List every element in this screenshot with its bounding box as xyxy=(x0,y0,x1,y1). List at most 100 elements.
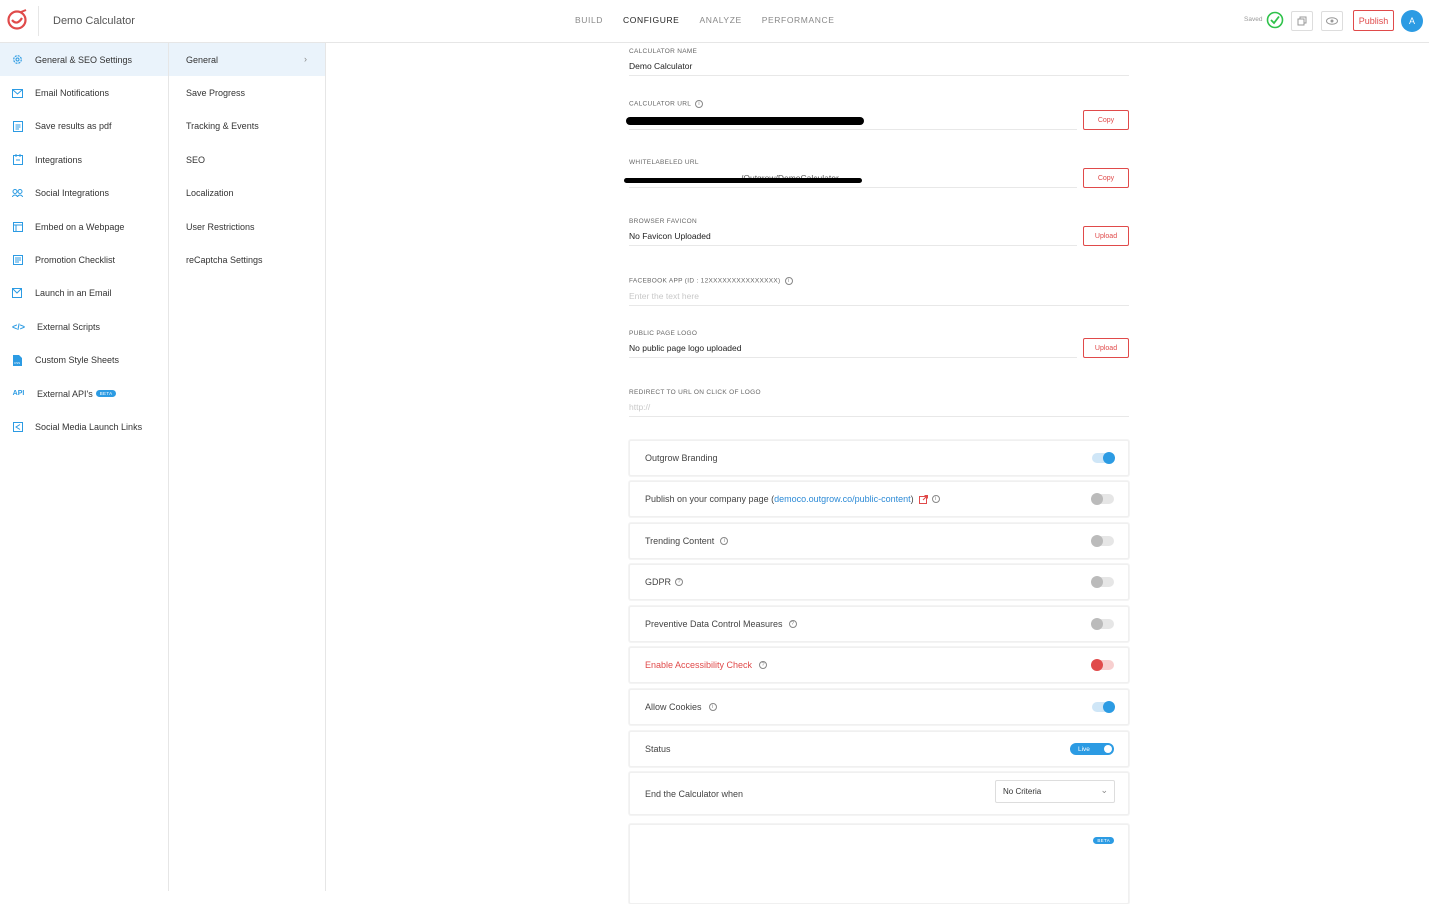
tab-performance[interactable]: PERFORMANCE xyxy=(762,15,835,25)
end-criteria-select[interactable]: No Criteria ⌄ xyxy=(995,780,1115,803)
subnav-item-tracking[interactable]: Tracking & Events xyxy=(169,110,325,143)
info-icon[interactable]: i xyxy=(695,100,704,108)
sidebar-item-integrations[interactable]: Integrations xyxy=(0,143,168,176)
accessibility-check-row: Enable Accessibility Check ? xyxy=(629,647,1129,683)
row-label: Status xyxy=(645,744,671,754)
row-label: End the Calculator when xyxy=(645,788,744,799)
preview-button[interactable] xyxy=(1321,11,1343,31)
copy-icon xyxy=(1297,16,1307,26)
whitelabeled-url-field: WHITELABELED URL /Outgrow/DemoCalculator… xyxy=(629,159,1129,188)
status-value: Live xyxy=(1078,745,1090,753)
share-icon xyxy=(12,421,23,432)
allow-cookies-row: Allow Cookies i xyxy=(629,689,1129,725)
trending-content-row: Trending Content i xyxy=(629,523,1129,559)
sidebar-item-label: Promotion Checklist xyxy=(35,255,116,266)
subnav-item-label: Tracking & Events xyxy=(186,121,259,132)
redaction-bar xyxy=(624,178,862,183)
settings-sidebar: General & SEO Settings Email Notificatio… xyxy=(0,43,169,891)
end-calculator-row: End the Calculator when No Criteria ⌄ xyxy=(629,772,1129,815)
publish-button[interactable]: Publish xyxy=(1353,10,1394,31)
tab-configure[interactable]: CONFIGURE xyxy=(623,15,679,25)
row-label-text: ) xyxy=(910,494,914,504)
avatar[interactable]: A xyxy=(1401,10,1423,32)
subnav-item-user-restrictions[interactable]: User Restrictions xyxy=(169,210,325,243)
outgrow-logo-icon[interactable] xyxy=(6,9,28,31)
select-value: No Criteria xyxy=(1003,787,1042,796)
row-label: Enable Accessibility Check xyxy=(645,660,753,670)
sidebar-item-custom-css[interactable]: CSS Custom Style Sheets xyxy=(0,344,168,377)
field-label: REDIRECT TO URL ON CLICK OF LOGO xyxy=(629,389,761,396)
help-icon[interactable]: ? xyxy=(675,578,684,586)
outgrow-branding-toggle[interactable] xyxy=(1092,451,1115,464)
subnav-item-seo[interactable]: SEO xyxy=(169,143,325,176)
row-label: Allow Cookies xyxy=(645,702,702,712)
redirect-url-field: REDIRECT TO URL ON CLICK OF LOGO http:// xyxy=(629,389,1129,417)
svg-text:CSS: CSS xyxy=(14,361,20,365)
field-label: FACEBOOK APP (ID : 12XXXXXXXXXXXXXXX) i xyxy=(629,277,1129,285)
tab-build[interactable]: BUILD xyxy=(575,15,603,25)
sidebar-item-label: Email Notifications xyxy=(35,88,110,99)
publish-company-row: Publish on your company page (democo.out… xyxy=(629,481,1129,517)
chevron-right-icon: › xyxy=(304,54,307,64)
facebook-app-input[interactable]: Enter the text here xyxy=(629,285,1129,306)
info-icon[interactable]: i xyxy=(720,537,729,545)
accessibility-toggle[interactable] xyxy=(1091,658,1114,671)
tab-analyze[interactable]: ANALYZE xyxy=(699,15,741,25)
sidebar-item-save-pdf[interactable]: Save results as pdf xyxy=(0,110,168,143)
facebook-app-field: FACEBOOK APP (ID : 12XXXXXXXXXXXXXXX) i E… xyxy=(629,277,1129,306)
info-icon[interactable]: i xyxy=(784,277,793,285)
check-circle-icon xyxy=(1266,11,1284,29)
duplicate-button[interactable] xyxy=(1291,11,1313,31)
row-label: GDPR xyxy=(645,577,672,587)
trending-content-toggle[interactable] xyxy=(1091,534,1114,547)
sidebar-item-social-integrations[interactable]: Social Integrations xyxy=(0,177,168,210)
preventive-data-toggle[interactable] xyxy=(1091,617,1114,630)
sidebar-item-label: Social Media Launch Links xyxy=(35,421,143,432)
sidebar-item-promotion-checklist[interactable]: Promotion Checklist xyxy=(0,243,168,276)
sidebar-item-external-apis[interactable]: API External API's BETA xyxy=(0,377,168,410)
calculator-name-input[interactable]: Demo Calculator xyxy=(629,55,1129,76)
app-title: Demo Calculator xyxy=(53,15,135,27)
sidebar-item-social-launch-links[interactable]: Social Media Launch Links xyxy=(0,410,168,443)
sidebar-item-label: External API's xyxy=(37,388,93,399)
gdpr-toggle[interactable] xyxy=(1091,575,1114,588)
help-icon[interactable]: ? xyxy=(788,620,797,628)
copy-url-button[interactable]: Copy xyxy=(1083,110,1129,130)
sidebar-item-email-notifications[interactable]: Email Notifications xyxy=(0,76,168,109)
status-toggle[interactable]: Live xyxy=(1070,743,1114,755)
field-label: BROWSER FAVICON xyxy=(629,218,697,225)
external-link-icon[interactable] xyxy=(918,494,928,504)
whitelabeled-url-input[interactable]: /Outgrow/DemoCalculator xyxy=(629,166,1077,188)
info-icon[interactable]: i xyxy=(708,703,717,711)
allow-cookies-toggle[interactable] xyxy=(1092,700,1115,713)
top-bar: Demo Calculator BUILD CONFIGURE ANALYZE … xyxy=(0,0,1429,43)
info-icon[interactable]: i xyxy=(931,495,940,503)
copy-whitelabeled-button[interactable]: Copy xyxy=(1083,168,1129,188)
subnav-item-save-progress[interactable]: Save Progress xyxy=(169,76,325,109)
redaction-bar xyxy=(626,117,864,125)
beta-feature-card: BETA xyxy=(629,824,1129,904)
row-label: Publish on your company page (democo.out… xyxy=(645,494,914,504)
redirect-url-input[interactable]: http:// xyxy=(629,396,1129,417)
sidebar-item-embed[interactable]: Embed on a Webpage xyxy=(0,210,168,243)
pdf-icon xyxy=(12,120,23,132)
upload-logo-button[interactable]: Upload xyxy=(1083,338,1129,358)
public-content-link[interactable]: democo.outgrow.co/public-content xyxy=(774,494,911,504)
publish-company-toggle[interactable] xyxy=(1091,492,1114,505)
subnav-item-general[interactable]: General › xyxy=(169,43,325,77)
subnav-item-localization[interactable]: Localization xyxy=(169,177,325,210)
row-label: Outgrow Branding xyxy=(645,453,718,463)
upload-favicon-button[interactable]: Upload xyxy=(1083,226,1129,246)
public-logo-value: No public page logo uploaded xyxy=(629,337,1077,358)
help-icon[interactable]: ? xyxy=(759,661,768,669)
subnav-item-label: User Restrictions xyxy=(186,221,255,232)
subnav-item-label: General xyxy=(186,54,219,65)
row-label: Preventive Data Control Measures xyxy=(645,619,783,629)
sidebar-item-launch-email[interactable]: Launch in an Email xyxy=(0,277,168,310)
field-label-text: CALCULATOR URL xyxy=(629,100,692,108)
code-icon: </> xyxy=(12,321,26,332)
sidebar-item-external-scripts[interactable]: </> External Scripts xyxy=(0,310,168,343)
css-icon: CSS xyxy=(12,354,23,366)
sidebar-item-general-seo[interactable]: General & SEO Settings xyxy=(0,43,168,77)
subnav-item-recaptcha[interactable]: reCaptcha Settings xyxy=(169,243,325,276)
